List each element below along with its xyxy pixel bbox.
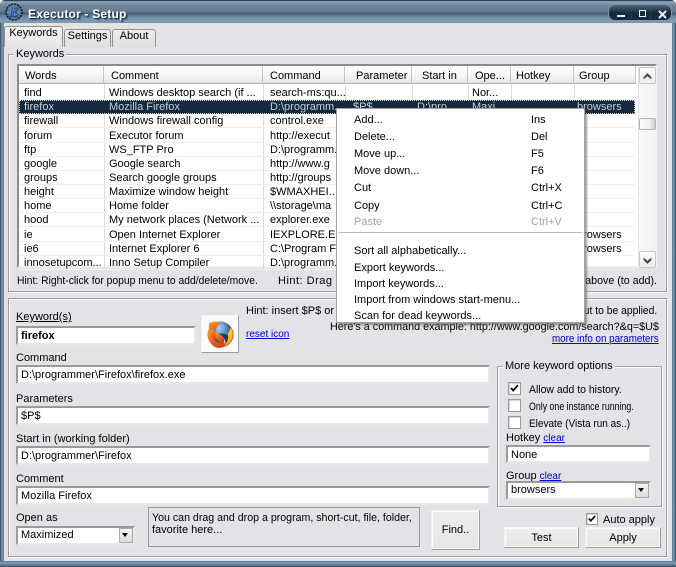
svg-text:E: E (9, 5, 20, 21)
